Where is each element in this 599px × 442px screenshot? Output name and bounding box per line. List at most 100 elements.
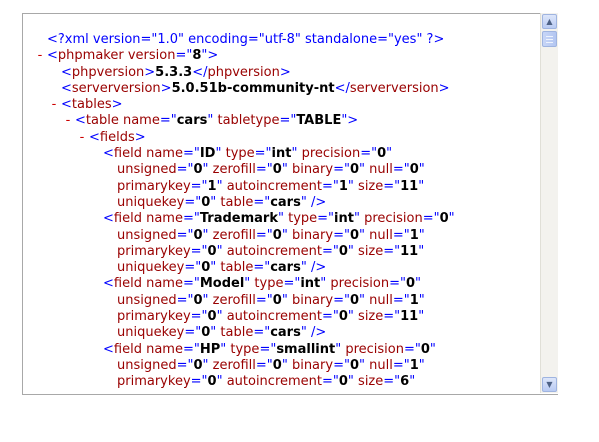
xml-line-content: <tables> <box>61 97 123 113</box>
xml-token-punct: =" <box>190 309 208 325</box>
xml-token-txt: 0 <box>349 162 359 178</box>
xml-token-txt: 0 <box>272 292 282 308</box>
xml-token-txt: 0 <box>272 162 282 178</box>
xml-line: <field name="ID" type="int" precision="0… <box>23 146 538 162</box>
xml-token-punct: " <box>335 341 346 357</box>
xml-token-attr: zerofill <box>212 357 256 373</box>
xml-token-txt: 5.0.51b-community-nt <box>171 80 335 96</box>
xml-line: uniquekey="0" table="cars" /> <box>23 195 538 211</box>
xml-token-txt: 0 <box>349 292 359 308</box>
xml-token-punct: " <box>347 309 359 325</box>
xml-token-tag: table <box>85 113 123 129</box>
xml-viewer-pane[interactable]: <?xml version="1.0" encoding="utf-8" sta… <box>22 13 558 395</box>
xml-token-punct: =" <box>333 357 350 373</box>
xml-token-tag: tables <box>71 97 112 113</box>
xml-token-punct: " <box>386 146 393 162</box>
xml-token-txt: 0 <box>201 325 211 341</box>
xml-token-txt: 0 <box>420 341 430 357</box>
collapse-toggle-icon[interactable]: - <box>33 48 47 64</box>
xml-line: - <phpmaker version="8"> <box>23 48 538 64</box>
xml-token-punct: < <box>75 113 86 129</box>
xml-line-content: <field name="ID" type="int" precision="0… <box>103 146 392 162</box>
thumb-grip-line <box>546 42 553 43</box>
xml-token-punct: " <box>418 178 425 194</box>
xml-line: <field name="HP" type="smallint" precisi… <box>23 342 538 358</box>
xml-token-punct: =" <box>383 309 401 325</box>
xml-token-punct: =" <box>333 292 350 308</box>
xml-token-punct: =" <box>422 211 440 227</box>
xml-token-txt: 11 <box>400 243 419 259</box>
xml-token-punct: " <box>202 227 213 243</box>
xml-token-punct: " <box>202 357 213 373</box>
xml-token-punct: > <box>438 80 450 96</box>
xml-token-punct: =" <box>392 357 410 373</box>
xml-line: <?xml version="1.0" encoding="utf-8" sta… <box>23 32 538 48</box>
xml-token-punct: " <box>353 211 365 227</box>
xml-token-attr: autoincrement <box>226 374 322 390</box>
xml-token-tag: serverversion <box>71 80 161 96</box>
xml-line: - <fields> <box>23 130 538 146</box>
xml-line-content: <table name="cars" tabletype="TABLE"> <box>75 113 358 129</box>
xml-token-punct: " <box>418 243 425 259</box>
xml-token-txt: cars <box>270 260 301 276</box>
xml-token-punct: " <box>429 341 436 357</box>
xml-token-punct: < <box>61 64 72 80</box>
xml-token-attr: table <box>220 325 254 341</box>
xml-line: unsigned="0" zerofill="0" binary="0" nul… <box>23 358 538 374</box>
xml-token-attr: type <box>288 211 318 227</box>
thumb-grip-line <box>546 36 553 37</box>
xml-line: <field name="Trademark" type="int" preci… <box>23 211 538 227</box>
xml-token-punct: " <box>347 178 359 194</box>
xml-token-attr: binary <box>291 162 334 178</box>
xml-token-attr: binary <box>291 357 334 373</box>
xml-line-content: <phpversion>5.3.3</phpversion> <box>61 65 291 81</box>
xml-token-pi: <?xml version="1.0" encoding="utf-8" sta… <box>47 32 445 47</box>
collapse-toggle-icon[interactable]: - <box>61 113 75 129</box>
xml-token-punct: " <box>358 227 370 243</box>
scrollbar-thumb[interactable] <box>542 31 557 47</box>
xml-line-content: unsigned="0" zerofill="0" binary="0" nul… <box>117 358 425 374</box>
xml-token-attr: precision <box>364 211 423 227</box>
xml-line-content: unsigned="0" zerofill="0" binary="0" nul… <box>117 162 425 178</box>
xml-token-punct: =" <box>190 374 208 390</box>
xml-token-attr: unsigned <box>117 162 177 178</box>
xml-token-txt: 1 <box>409 292 419 308</box>
xml-token-punct: " <box>210 260 221 276</box>
scroll-down-arrow-icon[interactable]: ▼ <box>542 377 557 392</box>
xml-line-content: <?xml version="1.0" encoding="utf-8" sta… <box>47 32 444 48</box>
collapse-toggle-icon[interactable]: - <box>47 97 61 113</box>
xml-token-punct: > <box>279 64 291 80</box>
xml-token-punct: > <box>160 80 172 96</box>
xml-token-punct: =" <box>175 48 193 64</box>
xml-token-txt: 0 <box>272 357 282 373</box>
xml-token-txt: int <box>271 146 292 162</box>
xml-token-attr: binary <box>291 292 334 308</box>
xml-token-punct: " <box>358 292 370 308</box>
xml-line-content: <fields> <box>89 130 146 146</box>
xml-token-txt: 11 <box>400 178 419 194</box>
xml-token-tag: field <box>113 276 147 292</box>
xml-token-punct: " <box>448 211 455 227</box>
xml-line-content: uniquekey="0" table="cars" /> <box>117 195 326 211</box>
xml-token-punct: =" <box>190 243 208 259</box>
xml-line-content: <field name="Model" type="int" precision… <box>103 276 421 292</box>
xml-token-punct: =" <box>392 162 410 178</box>
collapse-toggle-icon[interactable]: - <box>75 130 89 146</box>
xml-token-punct: " <box>358 357 370 373</box>
xml-token-attr: uniquekey <box>117 260 185 276</box>
xml-line-content: <serverversion>5.0.51b-community-nt</ser… <box>61 81 450 97</box>
xml-token-txt: 0 <box>193 227 203 243</box>
xml-token-attr: zerofill <box>212 292 256 308</box>
xml-token-punct: " <box>216 309 227 325</box>
xml-token-attr: unsigned <box>117 227 177 243</box>
xml-token-punct: " <box>202 292 213 308</box>
xml-token-punct: < <box>103 146 114 162</box>
scroll-up-arrow-icon[interactable]: ▲ <box>542 14 557 29</box>
xml-token-punct: =" <box>253 194 271 210</box>
xml-token-punct: " <box>244 276 255 292</box>
vertical-scrollbar[interactable]: ▲ ▼ <box>540 13 558 393</box>
xml-token-punct: " <box>281 162 292 178</box>
xml-token-punct: "> <box>201 48 219 64</box>
xml-token-punct: =" <box>283 276 301 292</box>
xml-token-attr: binary <box>291 227 334 243</box>
